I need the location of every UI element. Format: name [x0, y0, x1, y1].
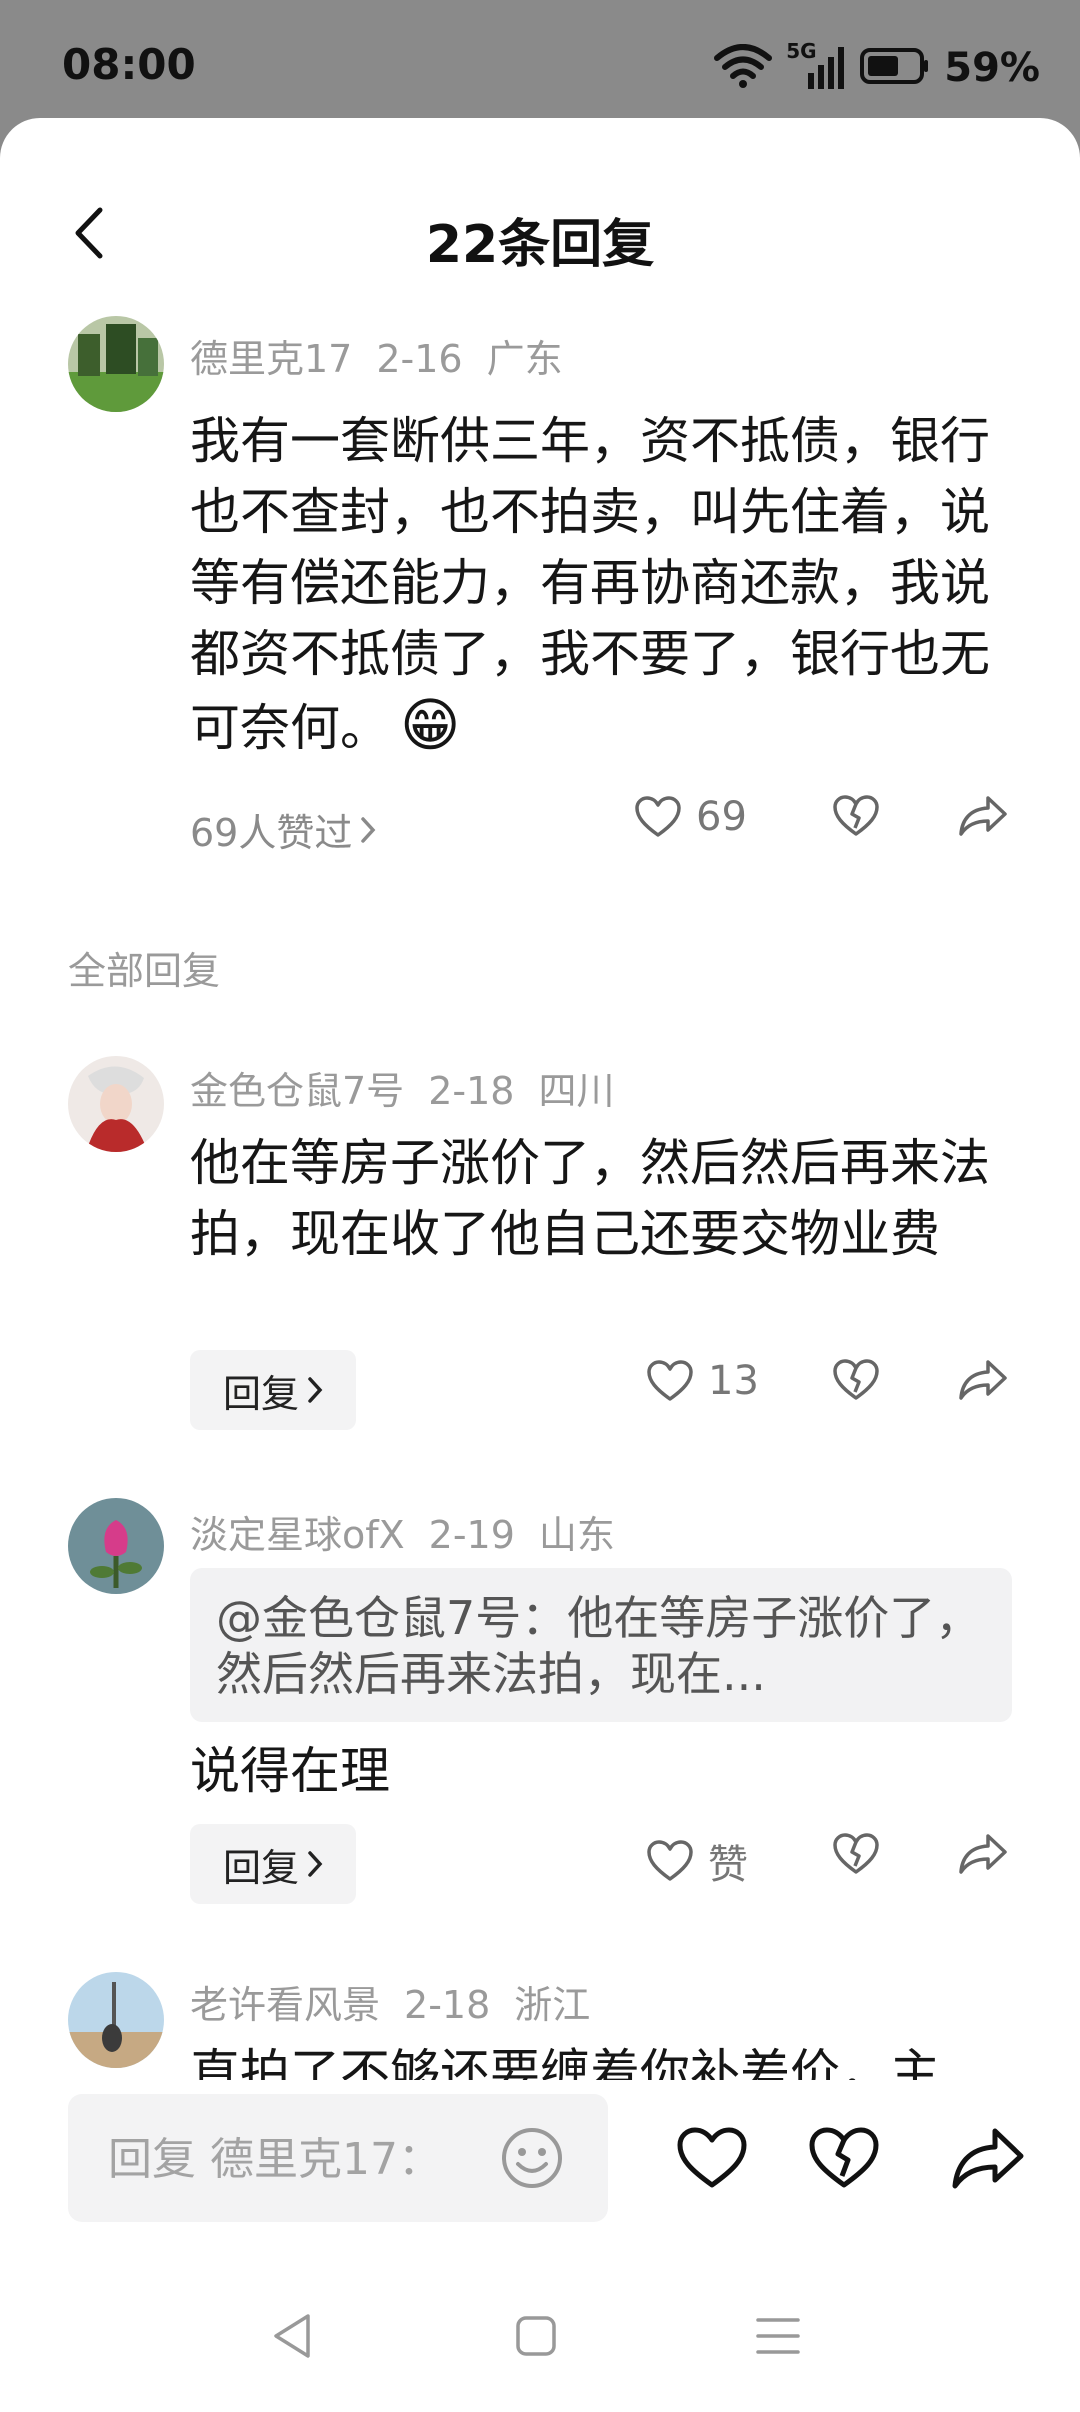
- like-count: 69: [696, 794, 747, 840]
- comment-text: 说得在理: [190, 1742, 390, 1800]
- comment-text: 他在等房子涨价了，然后然后再来法拍，现在收了他自己还要交物业费: [190, 1134, 990, 1263]
- avatar[interactable]: [68, 1056, 164, 1152]
- comment-meta: 金色仓鼠7号 2-18 四川: [190, 1060, 638, 1115]
- comment-location: 四川: [538, 1069, 615, 1113]
- likers-label: 69人赞过: [190, 811, 353, 855]
- author-name[interactable]: 德里克17: [190, 337, 352, 381]
- page-title: 22条回复: [425, 215, 655, 275]
- comment-date: 2-16: [376, 337, 463, 381]
- chevron-right-icon: [361, 816, 376, 843]
- battery-icon: [860, 46, 930, 90]
- like-button[interactable]: 69: [634, 794, 747, 840]
- nav-back-button[interactable]: [262, 2306, 322, 2366]
- avatar[interactable]: [68, 316, 164, 412]
- reply-input-container: [68, 2094, 608, 2224]
- author-name[interactable]: 金色仓鼠7号: [190, 1069, 404, 1113]
- heart-icon: [647, 1840, 693, 1881]
- reply-button[interactable]: 回复: [190, 1824, 356, 1904]
- comment-meta: 老许看风景 2-18 浙江: [190, 1974, 614, 2029]
- nav-home-button[interactable]: [506, 2306, 566, 2366]
- share-icon: [952, 2128, 1024, 2189]
- smiley-icon: [502, 2128, 562, 2188]
- comment-text: 我有一套断供三年，资不抵债，银行也不查封，也不拍卖，叫先住着，说等有偿还能力，有…: [190, 406, 1010, 764]
- comment-date: 2-18: [404, 1983, 491, 2027]
- broken-heart-icon: [809, 2127, 879, 2188]
- share-icon: [959, 796, 1007, 836]
- avatar[interactable]: [68, 1498, 164, 1594]
- battery-percent: 59%: [944, 45, 1040, 91]
- comment-location: 广东: [486, 337, 563, 381]
- share-button[interactable]: [958, 1358, 1008, 1402]
- comment-location: 浙江: [514, 1983, 591, 2027]
- share-button[interactable]: [958, 794, 1008, 838]
- share-icon: [959, 1834, 1007, 1874]
- signal-icon: 5G: [786, 39, 846, 93]
- author-name[interactable]: 老许看风景: [190, 1983, 380, 2027]
- reply-input-bar: [0, 2080, 1080, 2300]
- chevron-right-icon: [308, 1851, 323, 1877]
- like-main-button[interactable]: [672, 2118, 752, 2198]
- heart-icon: [647, 1360, 693, 1401]
- quoted-reply[interactable]: @金色仓鼠7号：他在等房子涨价了，然后然后再来法拍，现在...: [190, 1568, 1012, 1722]
- nav-menu-button[interactable]: [748, 2306, 808, 2366]
- status-icons: 5G 59%: [714, 39, 1040, 96]
- avatar[interactable]: [68, 1972, 164, 2068]
- share-main-button[interactable]: [948, 2118, 1028, 2198]
- sheet-header: 22条回复: [0, 188, 1080, 278]
- comment-meta: 淡定星球ofX 2-19 山东: [190, 1504, 639, 1559]
- reply-label: 回复: [222, 1845, 299, 1890]
- grin-emoji-icon: 😁: [400, 691, 461, 759]
- triangle-back-icon: [274, 2314, 310, 2358]
- comment-meta: 德里克17 2-16 广东: [190, 328, 587, 383]
- like-button[interactable]: 13: [646, 1358, 759, 1404]
- broken-heart-icon: [833, 1833, 879, 1874]
- system-nav-bar: [0, 2276, 1080, 2388]
- author-name[interactable]: 淡定星球ofX: [190, 1513, 405, 1557]
- comment-date: 2-19: [428, 1513, 515, 1557]
- dislike-button[interactable]: [832, 794, 880, 838]
- broken-heart-icon: [833, 1359, 879, 1400]
- share-icon: [959, 1360, 1007, 1400]
- reply-input[interactable]: [106, 2094, 510, 2224]
- reply-label: 回复: [222, 1371, 299, 1416]
- like-button[interactable]: 赞: [646, 1832, 748, 1890]
- comment-body: 我有一套断供三年，资不抵债，银行也不查封，也不拍卖，叫先住着，说等有偿还能力，有…: [190, 412, 990, 757]
- status-time: 08:00: [62, 40, 196, 89]
- dislike-button[interactable]: [832, 1832, 880, 1876]
- dislike-main-button[interactable]: [804, 2118, 884, 2198]
- comment-date: 2-18: [428, 1069, 515, 1113]
- comment-location: 山东: [538, 1513, 615, 1557]
- replies-sheet: 22条回复 德里克17 2-16 广东 我有一套断供三年，资不抵债，银行也不查封，也…: [0, 118, 1080, 2412]
- share-button[interactable]: [958, 1832, 1008, 1876]
- square-home-icon: [516, 2316, 556, 2356]
- chevron-right-icon: [308, 1377, 323, 1403]
- heart-icon: [635, 796, 681, 837]
- likers-link[interactable]: 69人赞过: [190, 802, 376, 857]
- status-bar: 08:00 5G 59%: [0, 0, 1080, 120]
- reply-button[interactable]: 回复: [190, 1350, 356, 1430]
- emoji-button[interactable]: [500, 2126, 564, 2190]
- like-label: 赞: [708, 1842, 748, 1888]
- section-label: 全部回复: [68, 949, 221, 993]
- comment-text: 直拍了不够还要缠着你补差价，主: [190, 2044, 940, 2082]
- heart-icon: [677, 2127, 747, 2188]
- wifi-icon: [714, 44, 773, 92]
- like-count: 13: [708, 1358, 759, 1404]
- menu-icon: [756, 2318, 800, 2354]
- broken-heart-icon: [833, 795, 879, 836]
- dislike-button[interactable]: [832, 1358, 880, 1402]
